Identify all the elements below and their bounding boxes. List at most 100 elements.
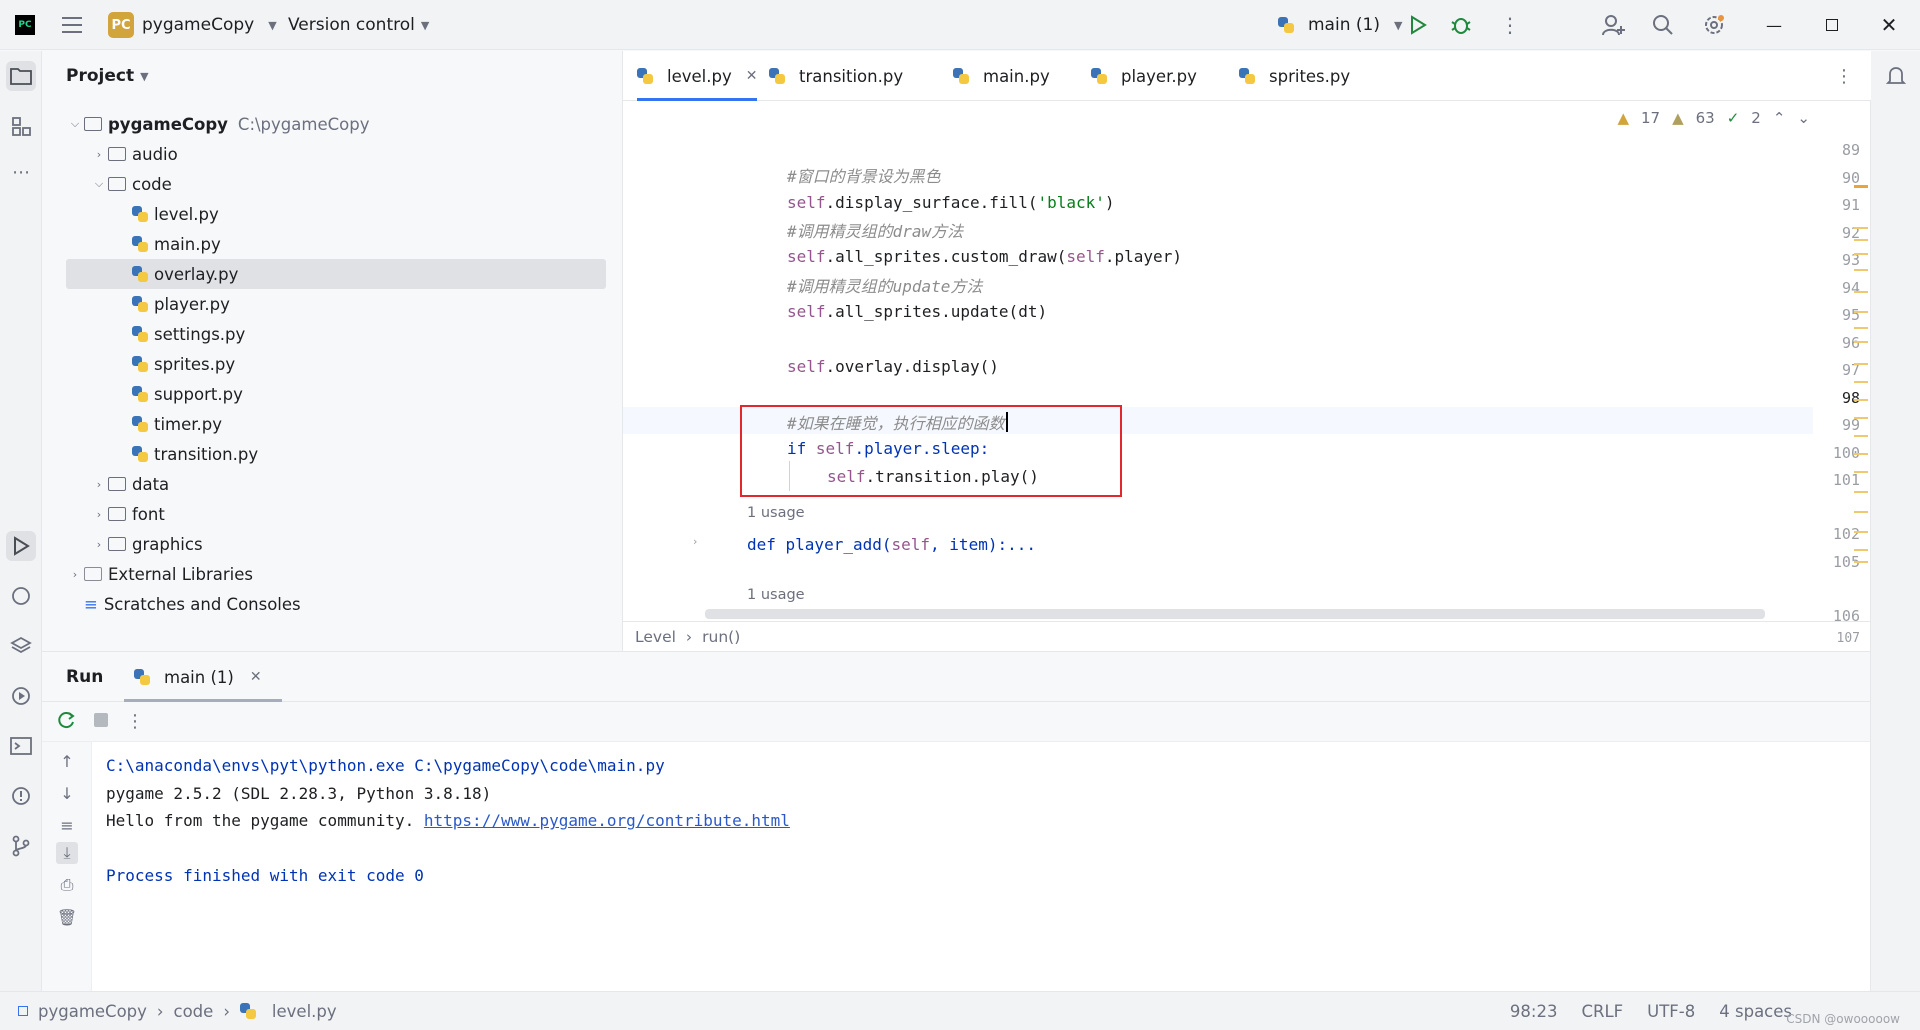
search-button[interactable] bbox=[1652, 0, 1674, 50]
nav-item-project[interactable]: pygameCopy bbox=[38, 1002, 147, 1021]
tree-item-sprites-py[interactable]: sprites.py bbox=[42, 349, 582, 379]
usage-hint[interactable]: 1 usage bbox=[747, 587, 805, 603]
project-tool-button[interactable] bbox=[6, 61, 36, 91]
console-output[interactable]: C:\anaconda\envs\pyt\python.exe C:\pygam… bbox=[106, 752, 790, 890]
print-button[interactable]: ⎙ bbox=[56, 874, 78, 896]
close-tab-icon[interactable]: ✕ bbox=[746, 68, 758, 84]
error-stripe[interactable] bbox=[1850, 131, 1870, 631]
services-tool-button[interactable] bbox=[6, 681, 36, 711]
collapse-arrow-icon[interactable]: › bbox=[90, 478, 108, 491]
tab-transition-py[interactable]: transition.py bbox=[769, 51, 903, 101]
structure-tool-button[interactable] bbox=[6, 111, 36, 141]
git-tool-button[interactable] bbox=[6, 831, 36, 861]
folder-icon bbox=[108, 537, 126, 551]
run-config-selector[interactable]: main (1) ▼ bbox=[1278, 0, 1402, 50]
more-tools-button[interactable]: ⋯ bbox=[6, 157, 36, 187]
collapse-arrow-icon[interactable]: › bbox=[66, 568, 84, 581]
console-link[interactable]: https://www.pygame.org/contribute.html bbox=[424, 811, 790, 830]
close-window-button[interactable]: ✕ bbox=[1860, 0, 1918, 50]
tree-item-main-py[interactable]: main.py bbox=[42, 229, 582, 259]
tree-item-transition-py[interactable]: transition.py bbox=[42, 439, 582, 469]
fold-arrow-icon[interactable]: › bbox=[693, 535, 697, 548]
collapse-arrow-icon[interactable]: › bbox=[90, 148, 108, 161]
tab-player-py[interactable]: player.py bbox=[1091, 51, 1197, 101]
soft-wrap-button[interactable]: ≡ bbox=[56, 814, 78, 836]
indent-setting[interactable]: 4 spaces bbox=[1719, 1002, 1792, 1021]
caret-position[interactable]: 98:23 bbox=[1510, 1002, 1558, 1021]
problems-tool-button[interactable] bbox=[6, 781, 36, 811]
expand-arrow-icon[interactable]: ⌵ bbox=[90, 177, 108, 191]
scroll-to-end-button[interactable]: ⤓ bbox=[56, 842, 78, 864]
tree-item-font[interactable]: › font bbox=[42, 499, 582, 529]
project-panel-header[interactable]: Project ▼ bbox=[42, 51, 622, 101]
minimize-button[interactable]: — bbox=[1745, 0, 1803, 50]
stop-button[interactable] bbox=[94, 712, 108, 731]
file-encoding[interactable]: UTF-8 bbox=[1647, 1002, 1695, 1021]
tree-item-support-py[interactable]: support.py bbox=[42, 379, 582, 409]
python-console-button[interactable] bbox=[6, 581, 36, 611]
tree-item-timer-py[interactable]: timer.py bbox=[42, 409, 582, 439]
inspections-widget[interactable]: ▲ 17 ▲ 63 ✓ 2 ⌃ ⌄ bbox=[1617, 109, 1810, 127]
project-switcher[interactable]: PC pygameCopy ▼ bbox=[108, 0, 277, 50]
breadcrumb-item[interactable]: run() bbox=[702, 628, 740, 646]
stripe-mark bbox=[1854, 417, 1868, 419]
code-line[interactable]: self.overlay.display() bbox=[787, 353, 999, 380]
breadcrumb-item[interactable]: Level bbox=[635, 628, 676, 646]
tab-options-button[interactable]: ⋮ bbox=[1835, 51, 1853, 101]
stripe-mark bbox=[1854, 531, 1868, 533]
tree-item-settings-py[interactable]: settings.py bbox=[42, 319, 582, 349]
main-menu-button[interactable] bbox=[62, 0, 84, 50]
rerun-button[interactable] bbox=[56, 710, 76, 734]
collapse-arrow-icon[interactable]: › bbox=[90, 538, 108, 551]
tree-item-code[interactable]: ⌵ code bbox=[42, 169, 582, 199]
clear-button[interactable]: 🗑 bbox=[56, 906, 78, 928]
close-tab-icon[interactable]: ✕ bbox=[250, 669, 262, 685]
settings-button[interactable] bbox=[1702, 0, 1726, 50]
code-with-me-button[interactable] bbox=[1602, 0, 1626, 50]
scroll-up-button[interactable]: ↑ bbox=[56, 750, 78, 772]
folder-icon bbox=[108, 147, 126, 161]
scroll-down-button[interactable]: ↓ bbox=[56, 782, 78, 804]
chevron-up-icon[interactable]: ⌃ bbox=[1773, 109, 1786, 127]
tree-root[interactable]: ⌵ pygameCopy C:\pygameCopy bbox=[42, 109, 582, 139]
more-actions-button[interactable]: ⋮ bbox=[1500, 0, 1520, 50]
horizontal-scrollbar[interactable] bbox=[705, 609, 1765, 619]
layers-tool-button[interactable] bbox=[6, 631, 36, 661]
nav-item-file[interactable]: level.py bbox=[272, 1002, 337, 1021]
debug-button[interactable] bbox=[1450, 0, 1472, 50]
collapse-arrow-icon[interactable]: › bbox=[90, 508, 108, 521]
usage-hint[interactable]: 1 usage bbox=[747, 505, 805, 521]
code-line[interactable]: self.all_sprites.custom_draw(self.player… bbox=[787, 243, 1182, 270]
line-separator[interactable]: CRLF bbox=[1581, 1002, 1623, 1021]
code-line[interactable]: #窗口的背景设为黑色 bbox=[787, 161, 941, 188]
tree-item-overlay-py[interactable]: overlay.py bbox=[66, 259, 606, 289]
terminal-tool-button[interactable] bbox=[6, 731, 36, 761]
run-more-button[interactable]: ⋮ bbox=[126, 711, 144, 732]
tree-item-scratches-and-consoles[interactable]: ≡ Scratches and Consoles bbox=[42, 589, 582, 619]
tree-item-label: timer.py bbox=[154, 414, 223, 434]
notifications-button[interactable] bbox=[1881, 61, 1911, 91]
tree-item-level-py[interactable]: level.py bbox=[42, 199, 582, 229]
restore-button[interactable] bbox=[1803, 0, 1861, 50]
folder-icon bbox=[84, 117, 102, 131]
tree-item-external-libraries[interactable]: › External Libraries bbox=[42, 559, 582, 589]
tree-item-data[interactable]: › data bbox=[42, 469, 582, 499]
tree-item-graphics[interactable]: › graphics bbox=[42, 529, 582, 559]
code-line[interactable]: self.all_sprites.update(dt) bbox=[787, 298, 1047, 325]
run-tab-main[interactable]: main (1) ✕ bbox=[124, 652, 282, 702]
tab-level-py[interactable]: level.py ✕ bbox=[637, 51, 758, 101]
version-control-menu[interactable]: Version control ▼ bbox=[288, 0, 429, 50]
tab-sprites-py[interactable]: sprites.py bbox=[1239, 51, 1350, 101]
nav-item-code[interactable]: code bbox=[174, 1002, 214, 1021]
tab-main-py[interactable]: main.py bbox=[953, 51, 1050, 101]
code-line[interactable]: #调用精灵组的draw方法 bbox=[787, 216, 963, 243]
tree-item-audio[interactable]: › audio bbox=[42, 139, 582, 169]
code-line[interactable]: def player_add(self, item):... bbox=[747, 531, 1036, 558]
run-tool-button[interactable] bbox=[6, 531, 36, 561]
chevron-down-icon[interactable]: ⌄ bbox=[1797, 109, 1810, 127]
tree-item-label: support.py bbox=[154, 384, 243, 404]
tree-item-player-py[interactable]: player.py bbox=[42, 289, 582, 319]
run-button[interactable] bbox=[1408, 0, 1428, 50]
code-line[interactable]: self.display_surface.fill('black') bbox=[787, 189, 1115, 216]
code-line[interactable]: #调用精灵组的update方法 bbox=[787, 271, 982, 298]
